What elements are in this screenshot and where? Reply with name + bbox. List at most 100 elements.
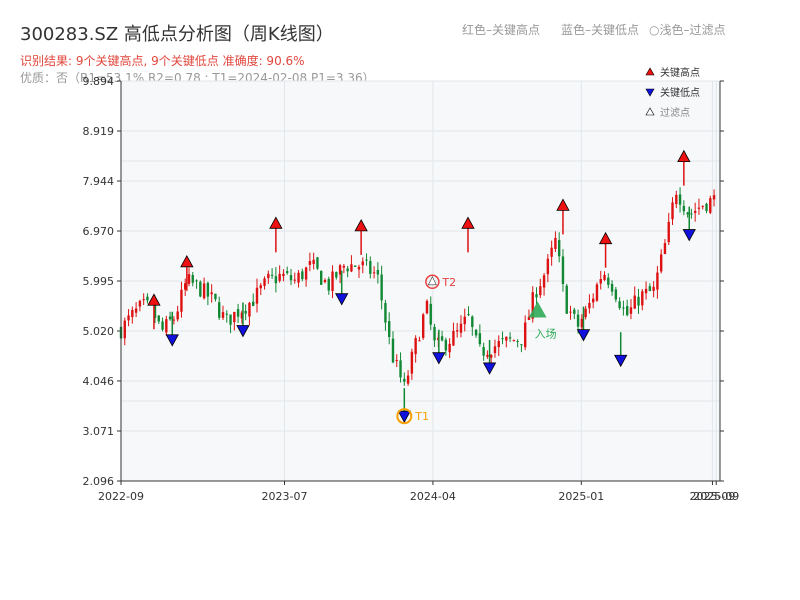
candle-body xyxy=(161,321,164,330)
candle-body xyxy=(603,274,606,280)
candle-body xyxy=(312,259,315,264)
candle-body xyxy=(508,337,512,339)
y-tick-label: 5.020 xyxy=(83,325,115,338)
candle-body xyxy=(391,338,395,363)
candle-body xyxy=(131,309,134,318)
candle-body xyxy=(584,308,587,318)
candle-body xyxy=(656,272,659,290)
candle-body xyxy=(399,360,402,378)
chart-window: 300283.SZ 高低点分析图（周K线图） 红色–关键高点 蓝色–关键低点 ○… xyxy=(0,0,800,600)
candle-body xyxy=(206,282,210,297)
candle-body xyxy=(659,254,663,272)
candle-body xyxy=(482,347,485,356)
candle-body xyxy=(591,298,595,303)
candle-body xyxy=(176,311,179,320)
candle-body xyxy=(463,316,466,325)
candle-body xyxy=(403,378,406,382)
candle-body xyxy=(512,340,516,342)
candle-body xyxy=(580,318,584,328)
candle-body xyxy=(505,336,508,341)
candle-body xyxy=(497,341,500,348)
candle-body xyxy=(648,286,652,291)
candle-body xyxy=(614,289,618,300)
candle-body xyxy=(134,308,138,313)
special-label: 入场 xyxy=(535,327,557,341)
candle-body xyxy=(308,261,312,265)
candlestick-chart: 9.894 8.919 7.944 6.970 5.995 5.020 4.046 3.071… xyxy=(83,66,740,503)
candle-body xyxy=(501,338,504,340)
candle-body xyxy=(274,276,278,284)
candle-body xyxy=(452,330,455,346)
candle-body xyxy=(467,314,470,316)
candle-body xyxy=(323,280,327,283)
x-tick-label: 2024-04 xyxy=(410,490,456,503)
candle-body xyxy=(350,264,353,272)
candle-body xyxy=(629,307,633,314)
candle-body xyxy=(282,273,285,277)
y-tick-label: 6.970 xyxy=(83,225,115,238)
candle-body xyxy=(372,272,376,274)
candle-body xyxy=(421,314,425,338)
candle-body xyxy=(667,221,670,243)
candle-body xyxy=(248,302,251,317)
candle-body xyxy=(573,309,576,314)
candle-body xyxy=(384,302,387,323)
candle-body xyxy=(471,316,474,328)
candle-body xyxy=(637,296,640,306)
candle-body xyxy=(418,340,421,342)
candle-body xyxy=(565,285,568,314)
candle-body xyxy=(622,307,625,309)
candle-body xyxy=(214,293,217,300)
candle-body xyxy=(331,271,334,292)
candle-body xyxy=(542,275,546,288)
candle-body xyxy=(278,273,281,281)
t2-label: T2 xyxy=(441,276,456,289)
candle-body xyxy=(539,286,542,296)
candle-body xyxy=(180,289,183,312)
candle-body xyxy=(361,261,364,266)
candle-body xyxy=(297,272,300,283)
candle-body xyxy=(546,258,550,275)
t1-label: T1 xyxy=(414,410,429,423)
candle-body xyxy=(342,265,346,268)
candle-body xyxy=(425,300,429,314)
candle-body xyxy=(489,354,493,358)
candle-body xyxy=(168,316,172,320)
y-tick-label: 3.071 xyxy=(83,425,115,438)
candle-body xyxy=(146,296,149,301)
candle-body xyxy=(701,205,704,207)
candle-body xyxy=(478,333,482,345)
candle-body xyxy=(550,247,553,257)
x-tick-label: 2025-09 xyxy=(693,490,739,503)
candle-body xyxy=(686,212,689,215)
candle-body xyxy=(455,330,459,332)
y-tick-label: 5.995 xyxy=(83,275,115,288)
candle-body xyxy=(255,287,259,304)
candle-body xyxy=(607,277,610,285)
candle-body xyxy=(682,205,686,212)
candle-body xyxy=(301,271,304,280)
candle-body xyxy=(210,292,213,295)
candle-body xyxy=(289,275,293,281)
candle-body xyxy=(354,265,357,267)
legend-label: 过滤点 xyxy=(660,106,690,119)
candle-body xyxy=(191,275,194,283)
candle-body xyxy=(165,319,168,333)
x-tick-label: 2022-09 xyxy=(98,490,144,503)
candle-body xyxy=(410,351,414,374)
candle-body xyxy=(433,326,436,341)
candle-body xyxy=(406,375,410,384)
candle-body xyxy=(320,271,323,285)
candle-body xyxy=(663,243,667,254)
candle-body xyxy=(618,301,621,309)
candle-body xyxy=(599,278,602,284)
candle-body xyxy=(486,354,489,357)
candle-body xyxy=(459,323,463,333)
candle-body xyxy=(365,259,368,261)
candle-body xyxy=(395,360,398,362)
candle-body xyxy=(633,295,636,309)
candle-body xyxy=(202,283,206,299)
candle-body xyxy=(338,265,342,275)
candle-body xyxy=(221,312,225,318)
candle-body xyxy=(236,309,240,317)
